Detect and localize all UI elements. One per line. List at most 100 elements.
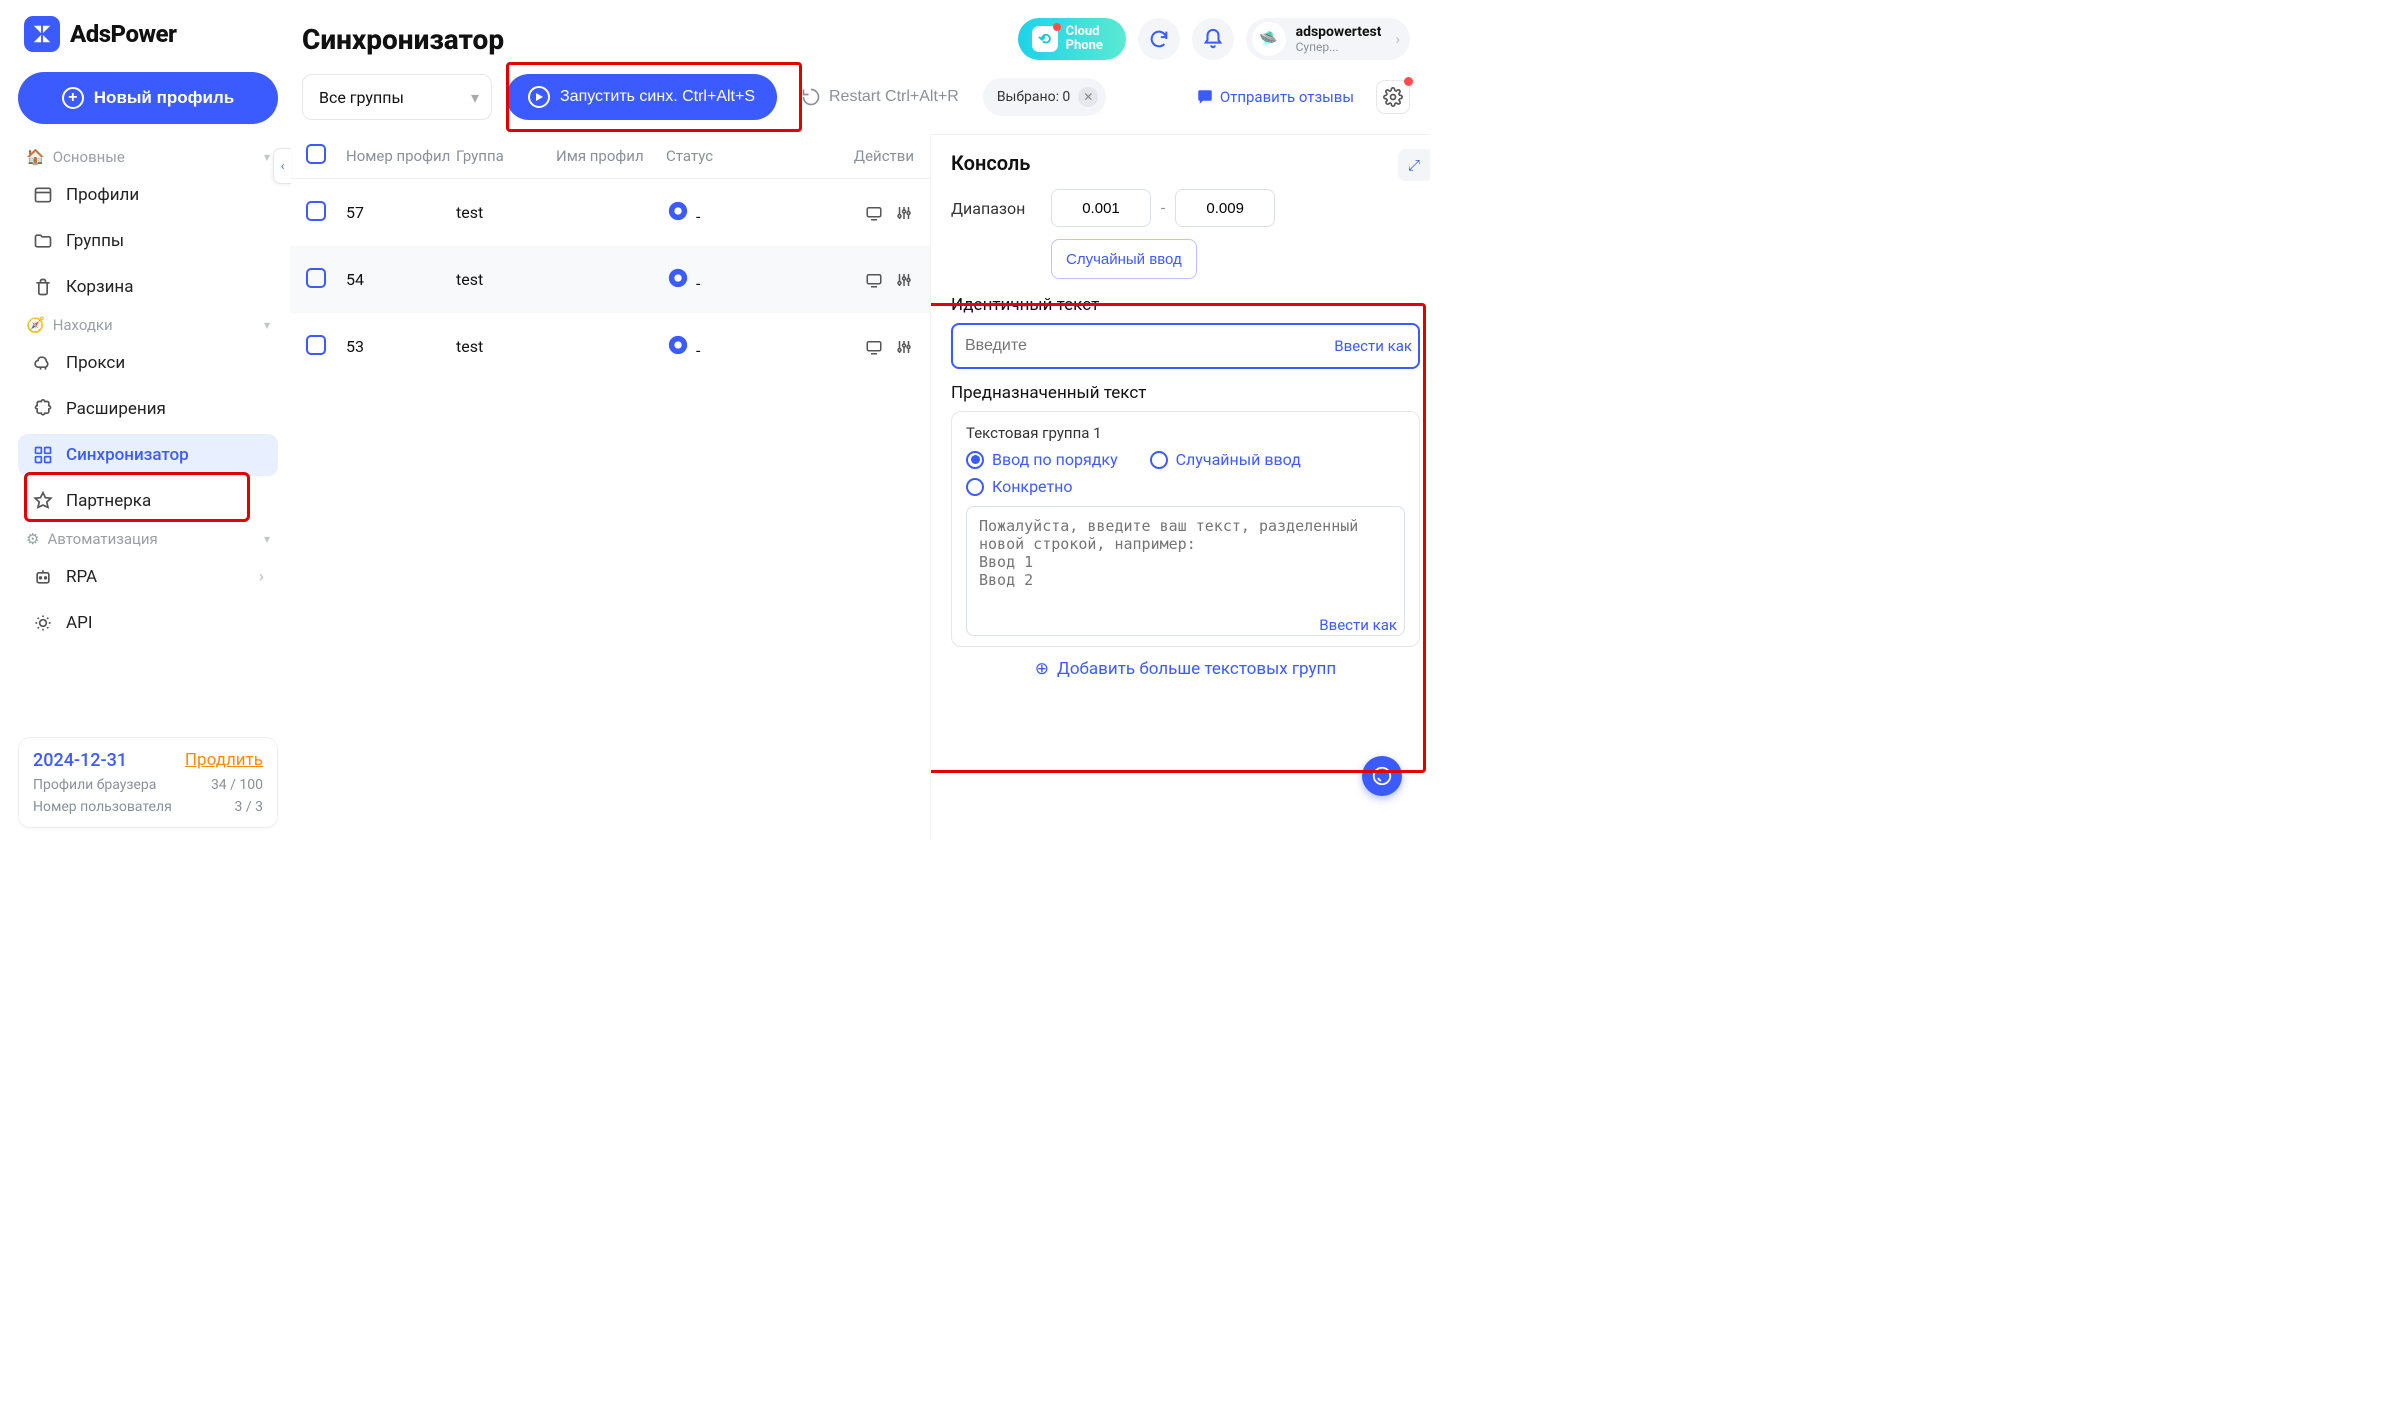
profile-icon [32,184,54,206]
table-row[interactable]: 54 test - [290,246,930,313]
sidebar-item-profiles[interactable]: Профили [18,174,278,216]
display-icon[interactable] [864,337,884,357]
row-checkbox[interactable] [306,201,326,221]
user-menu[interactable]: 🛸 adspowertest Супер... › [1246,18,1410,60]
range-label: Диапазон [951,199,1041,218]
sync-icon [32,444,54,466]
sidebar-item-groups[interactable]: Группы [18,220,278,262]
puzzle-icon [32,398,54,420]
browser-chrome-icon [666,199,690,223]
home-icon: 🏠 [26,148,45,166]
clear-selection-button[interactable]: ✕ [1078,87,1098,107]
avatar-icon: 🛸 [1252,22,1286,56]
sidebar-item-rpa[interactable]: RPA › [18,556,278,598]
radio-order[interactable]: Ввод по порядку [966,450,1118,469]
sidebar-item-api[interactable]: API [18,602,278,644]
col-name[interactable]: Имя профил [556,147,666,165]
nav-section-finds[interactable]: 🧭 Находки ▾ [18,310,278,340]
radio-dot-icon [966,478,984,496]
chevron-right-icon: › [1395,30,1400,48]
col-group[interactable]: Группа [456,147,556,165]
browser-chrome-icon [666,333,690,357]
app-logo[interactable]: AdsPower [18,16,278,52]
table-row[interactable]: 53 test - [290,313,930,380]
text-group-label: Текстовая группа 1 [966,424,1405,442]
random-input-button[interactable]: Случайный ввод [1051,239,1197,279]
range-from-input[interactable] [1051,189,1151,227]
chevron-down-icon: ▾ [264,150,270,164]
display-icon[interactable] [864,270,884,290]
user-plan: Супер... [1296,40,1382,54]
page-title: Синхронизатор [302,23,504,56]
display-icon[interactable] [864,203,884,223]
cloud-phone-button[interactable]: ⟲ Cloud Phone [1018,18,1126,60]
feedback-link[interactable]: Отправить отзывы [1196,88,1354,106]
console-panel: ⤢ Консоль Диапазон - Случайный ввод Иден… [930,134,1430,840]
chevron-down-icon: ▾ [264,318,270,332]
main: Синхронизатор ⟲ Cloud Phone 🛸 adspowerte… [290,0,1430,840]
plus-icon: + [62,87,84,109]
col-status[interactable]: Статус [666,147,834,165]
textarea-enter-as-link[interactable]: Ввести как [966,616,1405,634]
sliders-icon[interactable] [894,203,914,223]
trash-icon [32,276,54,298]
group-filter-dropdown[interactable]: Все группы [302,74,492,120]
table-header: Номер профил Группа Имя профил Статус Де… [290,134,930,179]
radio-concrete[interactable]: Конкретно [966,477,1073,496]
enter-as-link[interactable]: Ввести как [1334,323,1412,369]
subscription-date: 2024-12-31 [33,750,127,771]
star-icon [32,490,54,512]
browser-chrome-icon [666,266,690,290]
stat-users-value: 3 / 3 [235,799,263,815]
selected-count-chip: Выбрано: 0 ✕ [983,78,1107,116]
range-row: Диапазон - [951,189,1420,227]
stat-profiles-label: Профили браузера [33,777,156,793]
plus-circle-icon: ⊕ [1035,659,1049,679]
row-checkbox[interactable] [306,335,326,355]
sidebar-item-synchronizer[interactable]: Синхронизатор [18,434,278,476]
extend-link[interactable]: Продлить [185,750,263,770]
select-all-checkbox[interactable] [306,144,326,164]
nav-section-main[interactable]: 🏠 Основные ▾ [18,142,278,172]
identical-text-title: Идентичный текст [951,295,1420,315]
notifications-button[interactable] [1192,18,1234,60]
table-row[interactable]: 57 test - [290,179,930,246]
restart-button[interactable]: Restart Ctrl+Alt+R [791,74,969,120]
profiles-table: Номер профил Группа Имя профил Статус Де… [290,134,930,840]
nav-section-automation[interactable]: ⚙ Автоматизация ▾ [18,524,278,554]
user-name: adspowertest [1296,24,1382,40]
console-title: Консоль [951,151,1420,175]
text-group-box: Текстовая группа 1 Ввод по порядку Случа… [951,411,1420,647]
sliders-icon[interactable] [894,337,914,357]
range-to-input[interactable] [1175,189,1275,227]
app-name: AdsPower [70,20,176,48]
settings-button[interactable] [1376,80,1410,114]
sidebar-item-proxy[interactable]: Прокси [18,342,278,384]
subscription-card: 2024-12-31 Продлить Профили браузера 34 … [18,737,278,828]
add-text-group-button[interactable]: ⊕ Добавить больше текстовых групп [951,659,1420,679]
col-number[interactable]: Номер профил [346,147,456,165]
chevron-right-icon: › [259,567,264,587]
row-checkbox[interactable] [306,268,326,288]
radio-dot-icon [1150,451,1168,469]
new-profile-button[interactable]: + Новый профиль [18,72,278,124]
folder-icon [32,230,54,252]
chevron-down-icon: ▾ [264,532,270,546]
cloud-phone-icon: ⟲ [1032,26,1058,52]
support-fab-button[interactable] [1362,756,1402,796]
new-profile-label: Новый профиль [94,88,234,108]
radio-random[interactable]: Случайный ввод [1150,450,1301,469]
stat-profiles-value: 34 / 100 [211,777,263,793]
toolbar: Все группы Запустить синх. Ctrl+Alt+S Re… [290,66,1430,134]
sliders-icon[interactable] [894,270,914,290]
topbar: Синхронизатор ⟲ Cloud Phone 🛸 adspowerte… [290,0,1430,66]
start-sync-button[interactable]: Запустить синх. Ctrl+Alt+S [506,74,777,120]
sidebar-item-extensions[interactable]: Расширения [18,388,278,430]
proxy-icon [32,352,54,374]
identical-input-wrap: Ввести как [951,323,1420,369]
sync-refresh-button[interactable] [1138,18,1180,60]
sidebar-item-trash[interactable]: Корзина [18,266,278,308]
panel-expand-button[interactable]: ⤢ [1398,149,1430,181]
sidebar-item-partner[interactable]: Партнерка [18,480,278,522]
sidebar-collapse-button[interactable]: ‹ [273,148,291,184]
